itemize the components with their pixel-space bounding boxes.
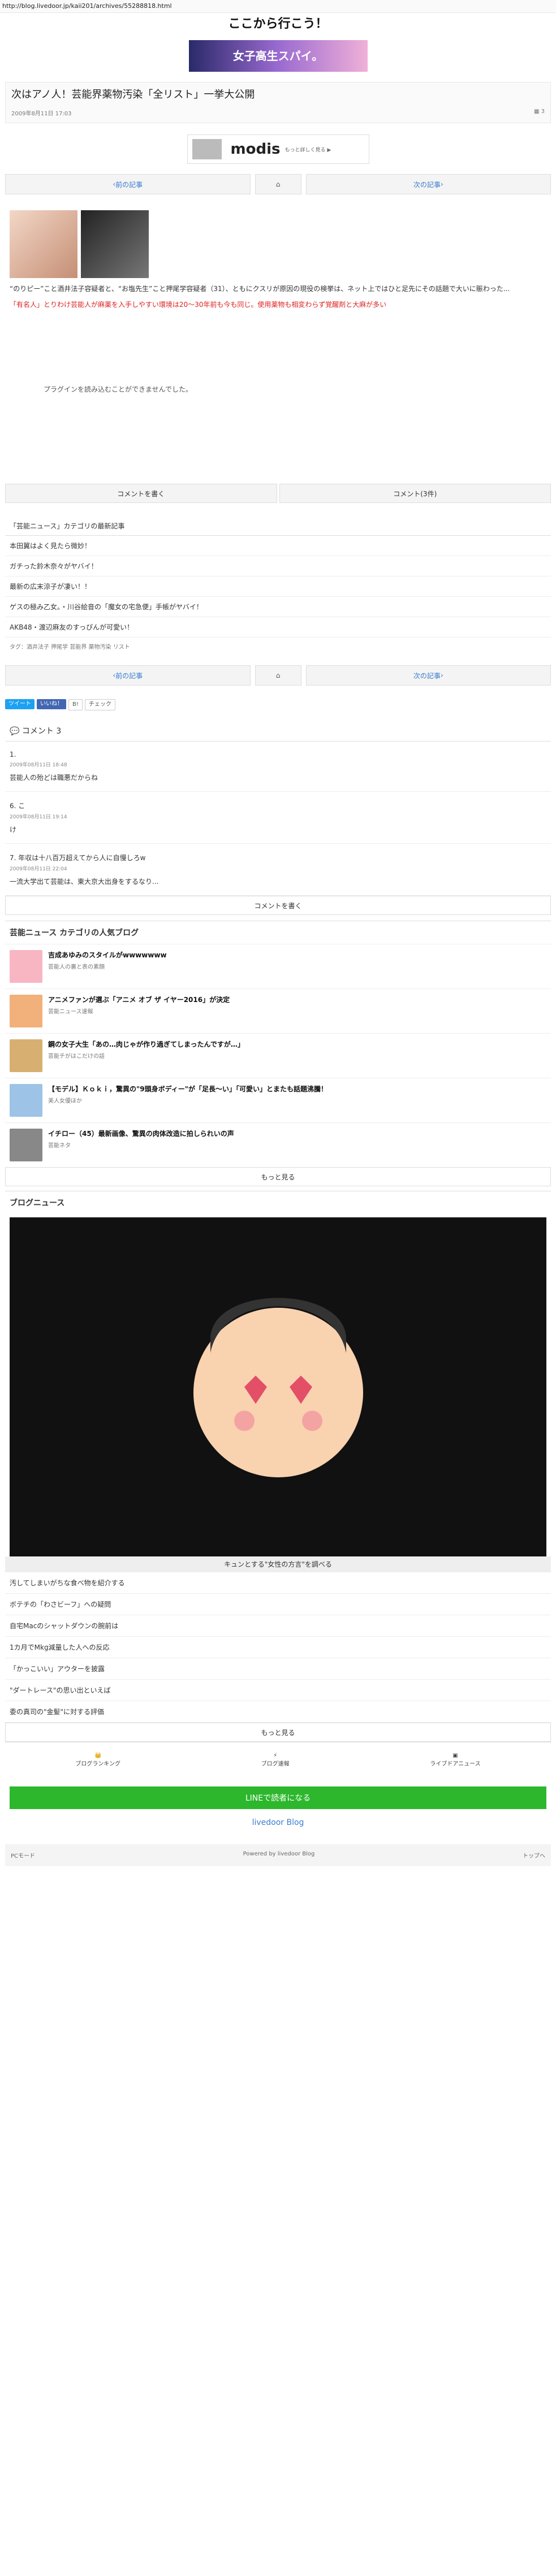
hatena-button[interactable]: B! xyxy=(68,699,83,710)
tag-list: タグ：酒井法子 押尾学 芸能界 薬物汚染 リスト xyxy=(10,644,130,650)
write-comment-button[interactable]: コメントを書く xyxy=(5,484,277,503)
comment-number: 6. こ xyxy=(10,802,25,810)
comment: 7. 年収は十八百万超えてから人に自慢しろw 2009年08月11日 22:04… xyxy=(5,844,551,896)
news-item[interactable]: 1カ月でMkg減量した人への反応 xyxy=(5,1637,551,1658)
line-follow-button[interactable]: LINEで読者になる xyxy=(10,1786,546,1809)
comment-count-badge[interactable]: ▦ 3 xyxy=(534,109,545,117)
check-button[interactable]: チェック xyxy=(84,699,115,710)
comment-date: 2009年08月11日 18:48 xyxy=(10,762,67,768)
site-title[interactable]: ここから行こう！ xyxy=(0,13,556,36)
livedoor-brand[interactable]: livedoor Blog xyxy=(5,1818,551,1827)
browser-url[interactable]: http://blog.livedoor.jp/kaii201/archives… xyxy=(0,0,556,13)
comment-body: 一流大学出て芸能は、東大京大出身をするなり... xyxy=(10,878,159,886)
ranking-link[interactable]: 👑 ブログランキング xyxy=(75,1753,120,1767)
news-caption[interactable]: キュンとする"女性の方言"を調べる xyxy=(5,1556,551,1572)
comment-date: 2009年08月11日 22:04 xyxy=(10,866,67,872)
news-item[interactable]: 汚してしまいがちな食べ物を紹介する xyxy=(5,1572,551,1594)
comment-body: け xyxy=(10,826,17,834)
pc-mode-link[interactable]: PCモード xyxy=(11,1851,35,1859)
comment-buttons: コメントを書く コメント(3件) xyxy=(5,484,551,503)
social-buttons: ツイート いいね！ B! チェック xyxy=(5,699,551,710)
category-item[interactable]: ゲスの極み乙女。・川谷絵音の「魔女の宅急便」手帳がヤバイ！ xyxy=(5,597,551,617)
popular-item[interactable]: 吉成あゆみのスタイルがwwwwwww 芸能人の裏と表の素顔 xyxy=(5,944,551,988)
bottom-pager: ‹ 前の記事 ⌂ 次の記事 › xyxy=(5,665,551,686)
comment-number: 7. 年収は十八百万超えてから人に自慢しろw xyxy=(10,854,146,862)
powered-by: Powered by livedoor Blog xyxy=(243,1851,315,1857)
like-button[interactable]: いいね！ xyxy=(37,699,66,709)
photo-2 xyxy=(81,210,149,278)
intro-paragraph: “のりピー”こと酒井法子容疑者と、“お塩先生”こと押尾学容疑者（31）、ともにク… xyxy=(10,285,510,293)
next-article-button[interactable]: 次の記事 › xyxy=(305,174,551,194)
popular-item[interactable]: イチロー（45）最新画像、驚異の肉体改造に拍しられいの声 芸能ネタ xyxy=(5,1122,551,1167)
category-item[interactable]: 本田翼はよく見たら微妙！ xyxy=(5,536,551,556)
top-banner[interactable]: 女子高生スパイ。 xyxy=(188,40,368,72)
footer-nav: 👑 ブログランキング ⚡ ブログ速報 ▣ ライブドアニュース xyxy=(5,1742,551,1777)
popular-item[interactable]: アニメファンが選ぶ「アニメ オブ ザ イヤー2016」が決定 芸能ニュース速報 xyxy=(5,988,551,1033)
article-photos xyxy=(10,210,546,278)
comment-count-button[interactable]: コメント(3件) xyxy=(279,484,551,503)
news-item[interactable]: ボテチの「わさビーフ」への疑問 xyxy=(5,1594,551,1615)
popular-more[interactable]: もっと見る xyxy=(5,1167,551,1186)
write-comment-more[interactable]: コメントを書く xyxy=(5,896,551,915)
prev-article-button[interactable]: ‹ 前の記事 xyxy=(5,665,251,686)
news-item[interactable]: 自宅Macのシャットダウンの腕前は xyxy=(5,1615,551,1637)
popular-item[interactable]: 鋼の女子大生「あの…肉じゃが作り過ぎてしまったんですが…」 芸能チがはこだけの話 xyxy=(5,1033,551,1078)
next-article-button[interactable]: 次の記事 › xyxy=(305,665,551,686)
comment: 6. こ 2009年08月11日 19:14 け xyxy=(5,792,551,844)
category-item[interactable]: ガチった鈴木奈々がヤバイ！ xyxy=(5,556,551,576)
category-item[interactable]: 最新の広末涼子が凄い！！ xyxy=(5,576,551,597)
news-item[interactable]: 「かっこいい」アウターを披露 xyxy=(5,1658,551,1680)
home-button[interactable]: ⌂ xyxy=(255,174,301,194)
livedoor-news-link[interactable]: ▣ ライブドアニュース xyxy=(430,1753,480,1767)
category-item[interactable]: AKB48・渡辺麻友のすっぴんが可愛い！ xyxy=(5,617,551,638)
popular-item[interactable]: 【モデル】Ｋｏｋｉ，驚異の"9頭身ボディー"が「足長～い」「可愛い」とまたも話題… xyxy=(5,1078,551,1122)
comment-body: 芸能人の殆どは職悪だからね xyxy=(10,774,98,782)
news-item[interactable]: "ダートレース"の思い出といえば xyxy=(5,1680,551,1701)
news-more[interactable]: もっと見る xyxy=(5,1723,551,1742)
comment-number: 1. xyxy=(10,751,16,758)
news-link[interactable]: ⚡ ブログ速報 xyxy=(261,1753,290,1767)
bottom-bar: PCモード Powered by livedoor Blog トップへ xyxy=(5,1844,551,1866)
home-button[interactable]: ⌂ xyxy=(255,665,301,686)
modis-ad[interactable]: modis もっと詳しく見る ▶ xyxy=(187,135,369,164)
comment: 1. 2009年08月11日 18:48 芸能人の殆どは職悪だからね xyxy=(5,741,551,792)
article-header: 次はアノ人！芸能界薬物汚染「全リスト」一挙大公開 2009年8月11日 17:0… xyxy=(5,82,551,123)
popular-header: 芸能ニュース カテゴリの人気ブログ xyxy=(5,921,551,944)
news-item[interactable]: 委の真司の"金髪"に対する評価 xyxy=(5,1701,551,1723)
article-body: “のりピー”こと酒井法子容疑者と、“お塩先生”こと押尾学容疑者（31）、ともにク… xyxy=(5,210,551,468)
comment-date: 2009年08月11日 19:14 xyxy=(10,814,67,820)
blog-news-header: ブログニュース xyxy=(5,1191,551,1214)
highlight-text: 「有名人」とりわけ芸能人が麻薬を入手しやすい環境は20～30年前も今も同じ。使用… xyxy=(10,301,387,309)
photo-1 xyxy=(10,210,77,278)
comments-header: 💬 コメント 3 xyxy=(5,721,551,741)
category-header: 「芸能ニュース」カテゴリの最新記事 xyxy=(5,517,551,536)
prev-article-button[interactable]: ‹ 前の記事 xyxy=(5,174,251,194)
top-pager: ‹ 前の記事 ⌂ 次の記事 › xyxy=(5,174,551,194)
tweet-button[interactable]: ツイート xyxy=(5,699,35,709)
article-date: 2009年8月11日 17:03 xyxy=(11,111,72,117)
article-title: 次はアノ人！芸能界薬物汚染「全リスト」一挙大公開 xyxy=(11,89,255,101)
top-link[interactable]: トップへ xyxy=(523,1851,545,1859)
illustration-svg xyxy=(193,1298,363,1477)
news-illustration[interactable] xyxy=(10,1217,546,1556)
plugin-message: プラグインを読み込むことができませんでした。 xyxy=(44,385,193,393)
